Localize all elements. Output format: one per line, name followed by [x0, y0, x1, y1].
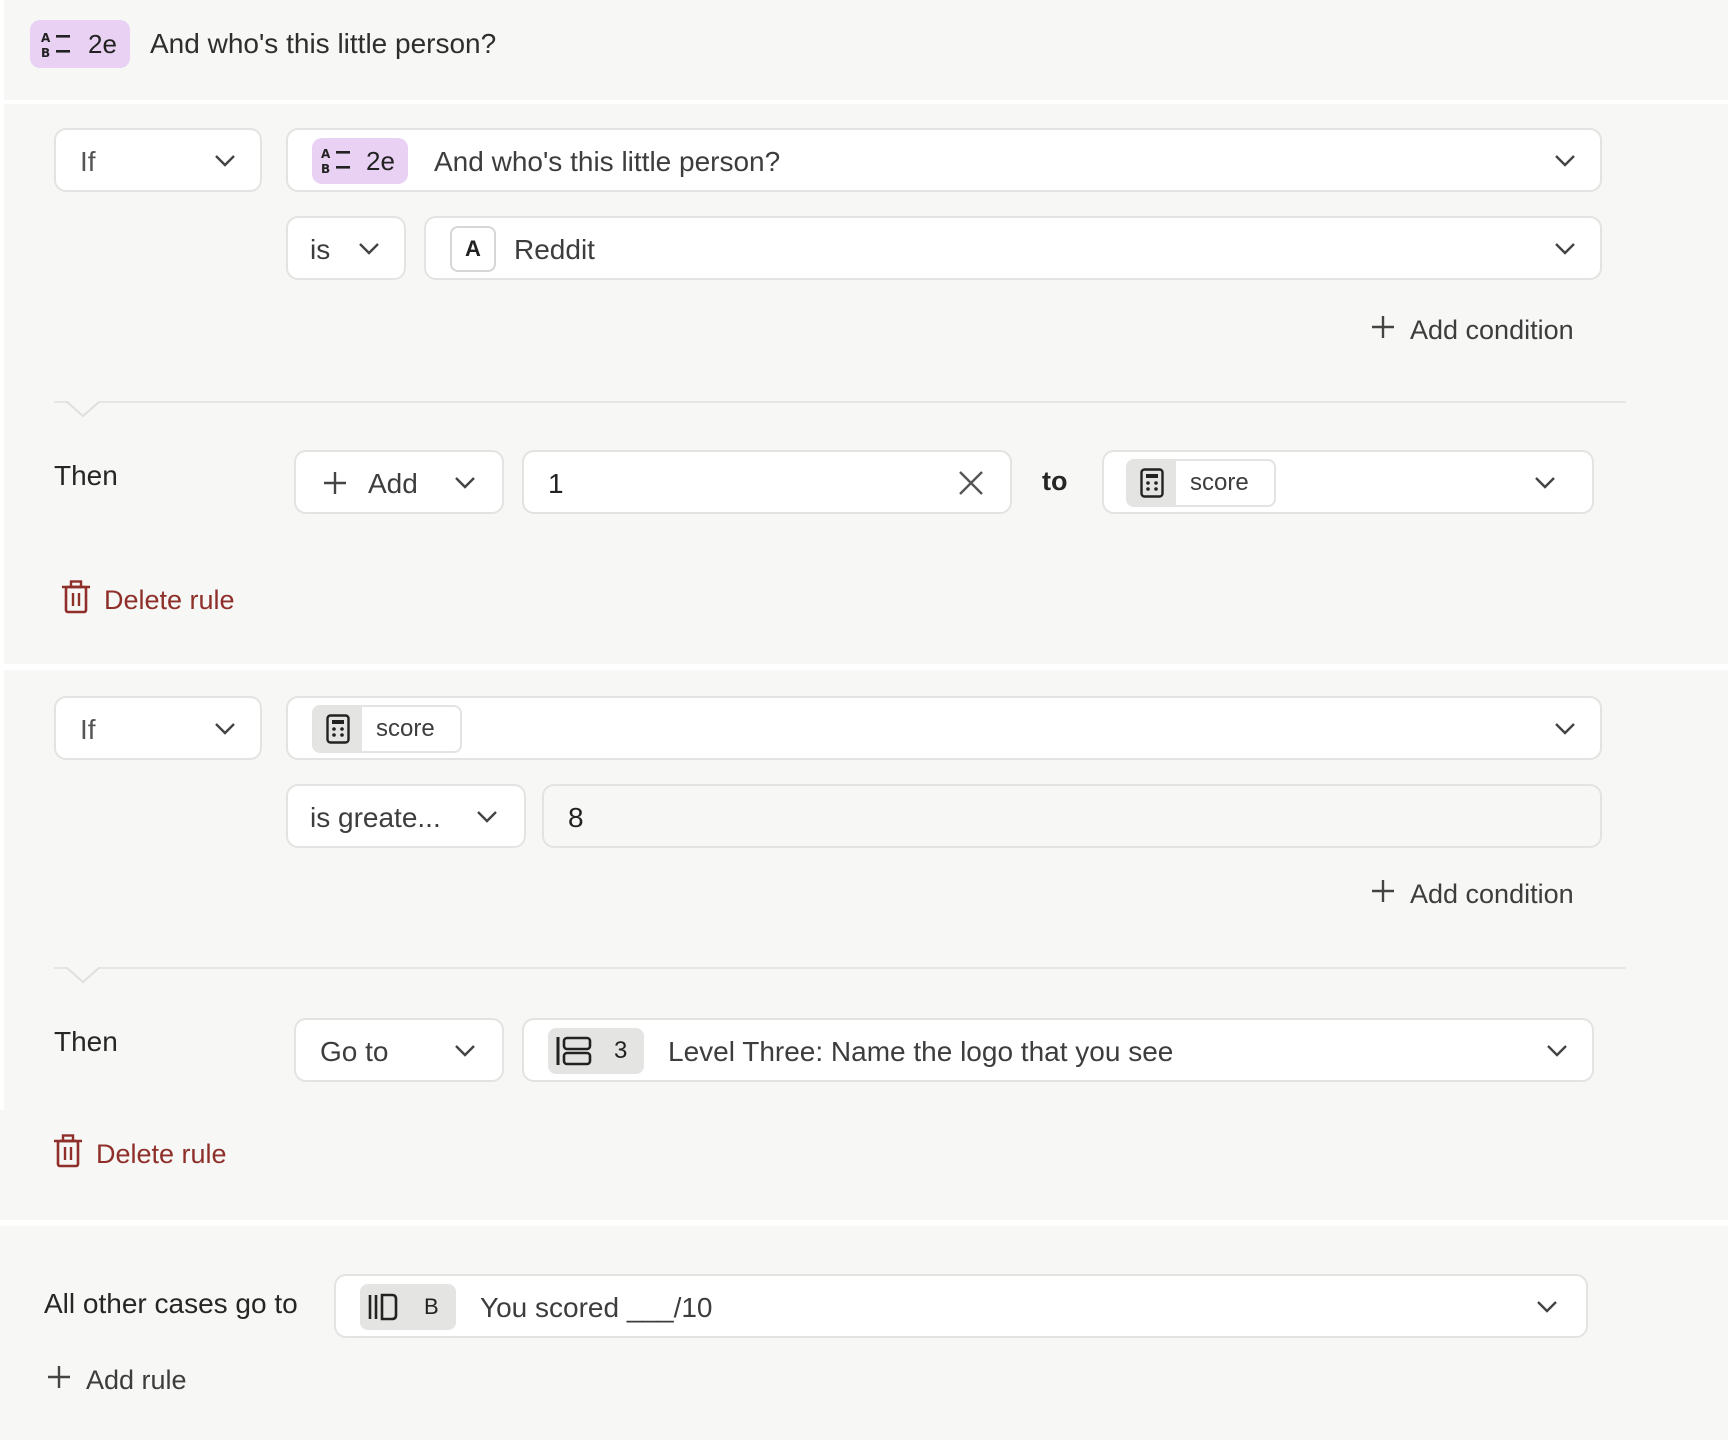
then-label: Then — [54, 1026, 118, 1057]
field-text: And who's this little person? — [434, 146, 781, 177]
rule-2-if-select[interactable]: If — [54, 696, 262, 760]
svg-text:B: B — [41, 46, 50, 60]
value-text: 8 — [568, 802, 584, 833]
field-badge-code: 2e — [366, 146, 395, 176]
trash-icon — [54, 1134, 82, 1175]
operator-text: is greate... — [310, 802, 441, 833]
rule-1-operator-select[interactable]: is — [286, 216, 406, 280]
trash-icon — [62, 580, 90, 621]
calculator-icon — [314, 707, 362, 751]
chevron-down-icon — [476, 810, 498, 824]
chevron-down-icon — [1546, 1044, 1568, 1058]
variable-name: score — [376, 715, 435, 742]
if-label: If — [80, 714, 96, 745]
operator-text: is — [310, 234, 331, 265]
rule-1-amount-input[interactable]: 1 — [522, 450, 1012, 514]
divider-notch — [66, 401, 100, 418]
fallback-label: All other cases go to — [44, 1288, 298, 1319]
ending-badge: B — [360, 1284, 456, 1330]
chevron-down-icon — [1554, 722, 1576, 736]
question-badge: 3 — [548, 1028, 644, 1074]
chevron-down-icon — [214, 722, 236, 736]
group-icon — [556, 1036, 592, 1071]
delete-rule-label: Delete rule — [96, 1139, 227, 1169]
rule-2-operator-select[interactable]: is greate... — [286, 784, 526, 848]
add-condition-button[interactable]: Add condition — [1370, 878, 1574, 911]
fallback-target-select[interactable]: B You scored ___/10 — [334, 1274, 1588, 1338]
clear-icon[interactable] — [958, 470, 984, 501]
rule-1-target-variable-select[interactable]: score — [1102, 450, 1594, 514]
variable-pill: score — [1126, 459, 1276, 507]
rule-1: If AB 2e And who's this little person? i… — [4, 104, 1728, 664]
delete-rule-button[interactable]: Delete rule — [62, 580, 235, 621]
chevron-down-icon — [1554, 154, 1576, 168]
chevron-down-icon — [1554, 242, 1576, 256]
chevron-down-icon — [358, 242, 380, 256]
chevron-down-icon — [1536, 1300, 1558, 1314]
value-text: Reddit — [514, 234, 595, 265]
question-badge-code: 2e — [88, 29, 117, 59]
add-condition-label: Add condition — [1410, 315, 1574, 345]
question-badge: AB 2e — [30, 20, 130, 68]
field-badge: AB 2e — [312, 138, 408, 184]
choice-letter-badge: A — [450, 226, 496, 272]
chevron-down-icon — [454, 476, 476, 490]
divider — [54, 401, 1626, 403]
svg-text:A: A — [41, 31, 51, 45]
chevron-down-icon — [454, 1044, 476, 1058]
to-label: to — [1042, 466, 1068, 496]
fallback-target-text: You scored ___/10 — [480, 1292, 713, 1323]
rule-2-target-question-select[interactable]: 3 Level Three: Name the logo that you se… — [522, 1018, 1594, 1082]
divider — [54, 967, 1626, 969]
plus-icon — [322, 470, 348, 501]
ending-icon — [368, 1292, 398, 1327]
rule-2-value-input[interactable]: 8 — [542, 784, 1602, 848]
then-label: Then — [54, 460, 118, 491]
action-text: Add — [368, 468, 418, 499]
divider-notch — [66, 967, 100, 984]
question-header: AB 2e And who's this little person? — [4, 0, 1728, 100]
variable-name: score — [1190, 469, 1249, 496]
svg-text:A: A — [321, 147, 331, 161]
plus-icon — [46, 1364, 72, 1397]
plus-icon — [1370, 878, 1396, 911]
multiple-choice-icon: AB — [320, 146, 352, 176]
fallback-section: All other cases go to B You scored ___/1… — [0, 1226, 1728, 1440]
plus-icon — [1370, 314, 1396, 347]
amount-value: 1 — [548, 468, 564, 499]
variable-pill: score — [312, 705, 462, 753]
rule-2: If score is greate... 8 Add condition Th… — [4, 670, 1728, 1110]
chevron-down-icon — [1534, 476, 1556, 490]
multiple-choice-icon: AB — [40, 30, 72, 60]
delete-rule-button[interactable]: Delete rule — [54, 1134, 227, 1175]
rule-1-action-select[interactable]: Add — [294, 450, 504, 514]
question-badge-code: 3 — [614, 1037, 628, 1064]
ending-badge-code: B — [424, 1294, 439, 1319]
rule-2-action-select[interactable]: Go to — [294, 1018, 504, 1082]
add-rule-label: Add rule — [86, 1365, 187, 1395]
rule-2-footer: Delete rule — [0, 1110, 1728, 1220]
calculator-icon — [1128, 461, 1176, 505]
target-text: Level Three: Name the logo that you see — [668, 1036, 1174, 1067]
add-rule-button[interactable]: Add rule — [46, 1364, 187, 1397]
if-label: If — [80, 146, 96, 177]
action-text: Go to — [320, 1036, 389, 1067]
chevron-down-icon — [214, 154, 236, 168]
delete-rule-label: Delete rule — [104, 585, 235, 615]
svg-text:B: B — [321, 162, 330, 176]
rule-1-value-select[interactable]: A Reddit — [424, 216, 1602, 280]
add-condition-button[interactable]: Add condition — [1370, 314, 1574, 347]
add-condition-label: Add condition — [1410, 879, 1574, 909]
rule-1-field-select[interactable]: AB 2e And who's this little person? — [286, 128, 1602, 192]
question-title: And who's this little person? — [150, 28, 497, 59]
rule-1-if-select[interactable]: If — [54, 128, 262, 192]
rule-2-field-select[interactable]: score — [286, 696, 1602, 760]
